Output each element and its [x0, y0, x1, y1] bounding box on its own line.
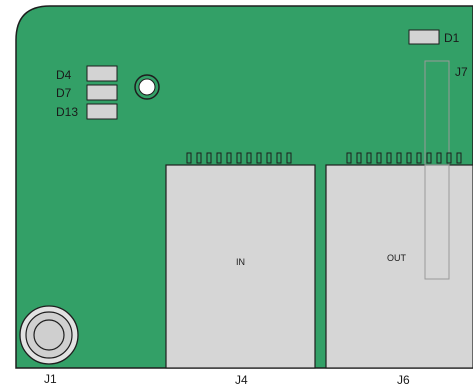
j6-pin	[406, 152, 412, 164]
j6-pin	[386, 152, 392, 164]
mounting-hole-inner	[138, 78, 156, 96]
j4-pin	[216, 152, 222, 164]
j6-pin	[416, 152, 422, 164]
j4-pin	[276, 152, 282, 164]
j6-out-label: OUT	[387, 253, 407, 263]
j6-pin	[356, 152, 362, 164]
j6-pin	[346, 152, 352, 164]
j6-pin	[376, 152, 382, 164]
j6-connector	[325, 164, 473, 369]
j6-pin	[396, 152, 402, 164]
j4-pin	[256, 152, 262, 164]
j4-pin	[266, 152, 272, 164]
j1-label: J1	[44, 372, 57, 386]
j7-label: J7	[455, 65, 468, 79]
j4-in-label: IN	[236, 257, 245, 267]
led-d1	[408, 29, 440, 45]
j6-pin	[426, 152, 432, 164]
pcb-diagram: D1 J7 D4 D7 D13 IN OUT J1 J4 J6	[15, 5, 473, 387]
led-d13	[86, 103, 118, 120]
j4-pin	[286, 152, 292, 164]
j4-pin	[186, 152, 192, 164]
j1-jack	[19, 305, 79, 365]
led-d7	[86, 84, 118, 101]
j6-label: J6	[397, 373, 410, 387]
j4-pin	[246, 152, 252, 164]
led-d7-label: D7	[56, 86, 72, 100]
j4-pin	[206, 152, 212, 164]
j4-pin	[226, 152, 232, 164]
led-d4	[86, 65, 118, 82]
led-d13-label: D13	[56, 105, 78, 119]
j4-label: J4	[235, 373, 248, 387]
j6-pin	[436, 152, 442, 164]
j4-pin	[196, 152, 202, 164]
j6-pin	[446, 152, 452, 164]
led-d1-label: D1	[444, 31, 460, 45]
j4-pin	[236, 152, 242, 164]
led-d4-label: D4	[56, 68, 72, 82]
j6-pin	[456, 152, 462, 164]
j6-pin	[366, 152, 372, 164]
